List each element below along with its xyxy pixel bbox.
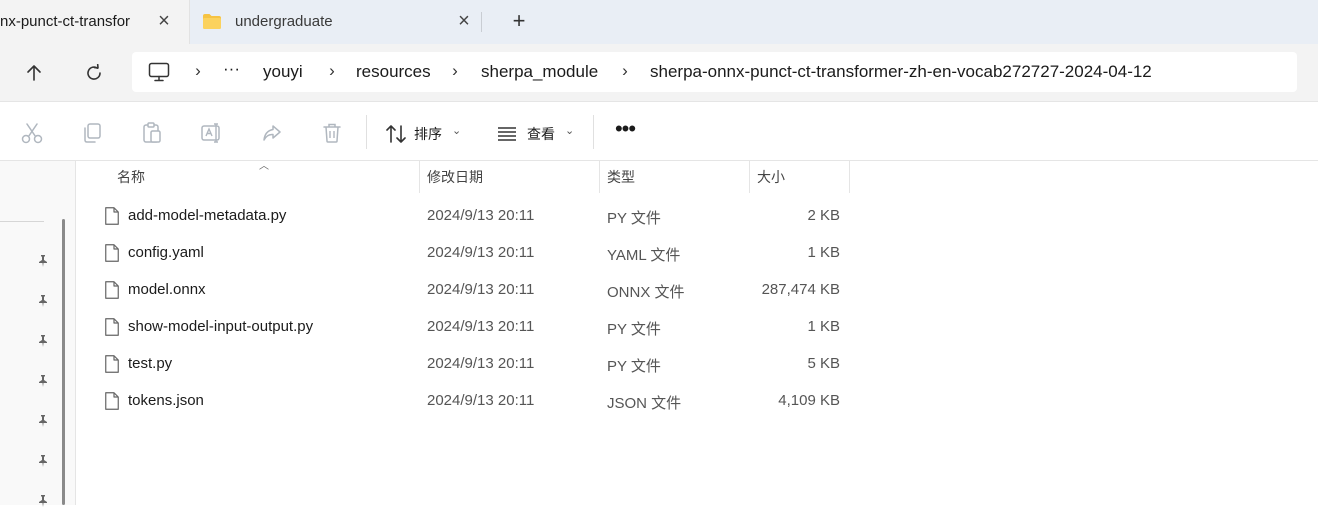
file-name: model.onnx xyxy=(128,281,206,298)
column-header-date[interactable]: 修改日期 xyxy=(427,161,483,193)
column-divider[interactable] xyxy=(419,161,420,193)
file-date: 2024/9/13 20:11 xyxy=(427,281,535,298)
file-icon xyxy=(105,355,119,373)
pin-icon[interactable] xyxy=(36,454,50,468)
column-divider[interactable] xyxy=(599,161,600,193)
chevron-right-icon[interactable]: › xyxy=(191,61,205,81)
navigation-bar: › ··· youyi › resources › sherpa_module … xyxy=(0,44,1318,102)
share-icon[interactable] xyxy=(260,121,284,145)
file-type: ONNX 文件 xyxy=(607,284,685,301)
more-options-button[interactable]: ••• xyxy=(610,117,640,147)
toolbar-divider xyxy=(366,115,367,149)
this-pc-icon[interactable] xyxy=(148,62,170,82)
file-size: 4,109 KB xyxy=(778,392,840,409)
file-type: YAML 文件 xyxy=(607,247,681,264)
navigation-pane xyxy=(0,161,76,508)
file-list: ︿ 名称 修改日期 类型 大小 add-model-metadata.py 20… xyxy=(77,161,1318,505)
breadcrumb-item-sherpa-module[interactable]: sherpa_module xyxy=(481,62,598,82)
tab-title: undergraduate xyxy=(235,13,333,30)
file-name: config.yaml xyxy=(128,244,204,261)
sort-ascending-icon: ︿ xyxy=(259,161,269,172)
address-bar[interactable]: › ··· youyi › resources › sherpa_module … xyxy=(132,52,1297,92)
pin-icon[interactable] xyxy=(36,254,50,268)
view-label: 查看 xyxy=(527,126,555,142)
scrollbar[interactable] xyxy=(62,219,65,505)
file-icon xyxy=(105,318,119,336)
file-icon xyxy=(105,207,119,225)
file-date: 2024/9/13 20:11 xyxy=(427,318,535,335)
cut-icon[interactable] xyxy=(20,121,44,145)
file-icon xyxy=(105,244,119,262)
sort-label: 排序 xyxy=(414,126,442,142)
file-row[interactable]: tokens.json 2024/9/13 20:11 JSON 文件 4,10… xyxy=(97,383,857,420)
file-date: 2024/9/13 20:11 xyxy=(427,392,535,409)
file-date: 2024/9/13 20:11 xyxy=(427,244,535,261)
chevron-right-icon[interactable]: › xyxy=(325,61,339,81)
column-divider[interactable] xyxy=(749,161,750,193)
breadcrumb-item-resources[interactable]: resources xyxy=(356,62,431,82)
pin-icon[interactable] xyxy=(36,294,50,308)
paste-icon[interactable] xyxy=(140,121,164,145)
file-size: 5 KB xyxy=(807,355,840,372)
toolbar-divider xyxy=(593,115,594,149)
file-date: 2024/9/13 20:11 xyxy=(427,355,535,372)
rename-icon[interactable] xyxy=(200,121,224,145)
view-icon xyxy=(498,127,516,141)
refresh-icon xyxy=(87,63,101,80)
chevron-right-icon[interactable]: › xyxy=(618,61,632,81)
new-tab-button[interactable]: + xyxy=(507,10,531,34)
file-type: PY 文件 xyxy=(607,358,661,375)
file-name: add-model-metadata.py xyxy=(128,207,287,224)
arrow-up-icon xyxy=(27,65,41,81)
column-header-type[interactable]: 类型 xyxy=(607,161,635,193)
tab-divider xyxy=(481,12,482,32)
file-row[interactable]: config.yaml 2024/9/13 20:11 YAML 文件 1 KB xyxy=(97,235,857,272)
breadcrumb-item-youyi[interactable]: youyi xyxy=(263,62,303,82)
file-date: 2024/9/13 20:11 xyxy=(427,207,535,224)
file-type: PY 文件 xyxy=(607,321,661,338)
file-size: 287,474 KB xyxy=(761,281,840,298)
tab-active[interactable]: nx-punct-ct-transfor × xyxy=(0,0,190,44)
delete-icon[interactable] xyxy=(320,121,344,145)
column-header-size[interactable]: 大小 xyxy=(757,161,785,193)
breadcrumb-item-current[interactable]: sherpa-onnx-punct-ct-transformer-zh-en-v… xyxy=(650,62,1152,82)
sort-icon xyxy=(386,125,406,143)
chevron-down-icon: ⌄ xyxy=(565,125,575,137)
pin-icon[interactable] xyxy=(36,374,50,388)
file-row[interactable]: add-model-metadata.py 2024/9/13 20:11 PY… xyxy=(97,198,857,235)
close-tab-icon[interactable]: × xyxy=(152,10,176,34)
refresh-button[interactable] xyxy=(79,58,109,88)
file-name: show-model-input-output.py xyxy=(128,318,314,335)
tab-undergraduate[interactable]: undergraduate × xyxy=(190,0,482,44)
file-size: 2 KB xyxy=(807,207,840,224)
pin-icon[interactable] xyxy=(36,414,50,428)
column-header-name[interactable]: 名称 xyxy=(117,161,145,193)
file-type: JSON 文件 xyxy=(607,395,682,412)
up-button[interactable] xyxy=(19,58,49,88)
copy-icon[interactable] xyxy=(80,121,104,145)
file-icon xyxy=(105,281,119,299)
file-row[interactable]: show-model-input-output.py 2024/9/13 20:… xyxy=(97,309,857,346)
breadcrumb-overflow[interactable]: ··· xyxy=(223,59,240,79)
file-size: 1 KB xyxy=(807,318,840,335)
file-row[interactable]: model.onnx 2024/9/13 20:11 ONNX 文件 287,4… xyxy=(97,272,857,309)
tab-strip: nx-punct-ct-transfor × undergraduate × + xyxy=(0,0,1318,44)
file-row[interactable]: test.py 2024/9/13 20:11 PY 文件 5 KB xyxy=(97,346,857,383)
pin-icon[interactable] xyxy=(36,494,50,508)
tab-title: nx-punct-ct-transfor xyxy=(0,13,131,30)
file-size: 1 KB xyxy=(807,244,840,261)
file-type: PY 文件 xyxy=(607,210,661,227)
folder-icon xyxy=(203,14,221,29)
command-bar: 排序 ⌄ 查看 ⌄ ••• xyxy=(0,103,1318,161)
file-name: test.py xyxy=(128,355,173,372)
chevron-down-icon: ⌄ xyxy=(452,125,462,137)
chevron-right-icon[interactable]: › xyxy=(448,61,462,81)
close-tab-icon[interactable]: × xyxy=(452,10,476,34)
file-name: tokens.json xyxy=(128,392,204,409)
file-icon xyxy=(105,392,119,410)
nav-divider xyxy=(0,221,44,222)
column-divider[interactable] xyxy=(849,161,850,193)
pin-icon[interactable] xyxy=(36,334,50,348)
